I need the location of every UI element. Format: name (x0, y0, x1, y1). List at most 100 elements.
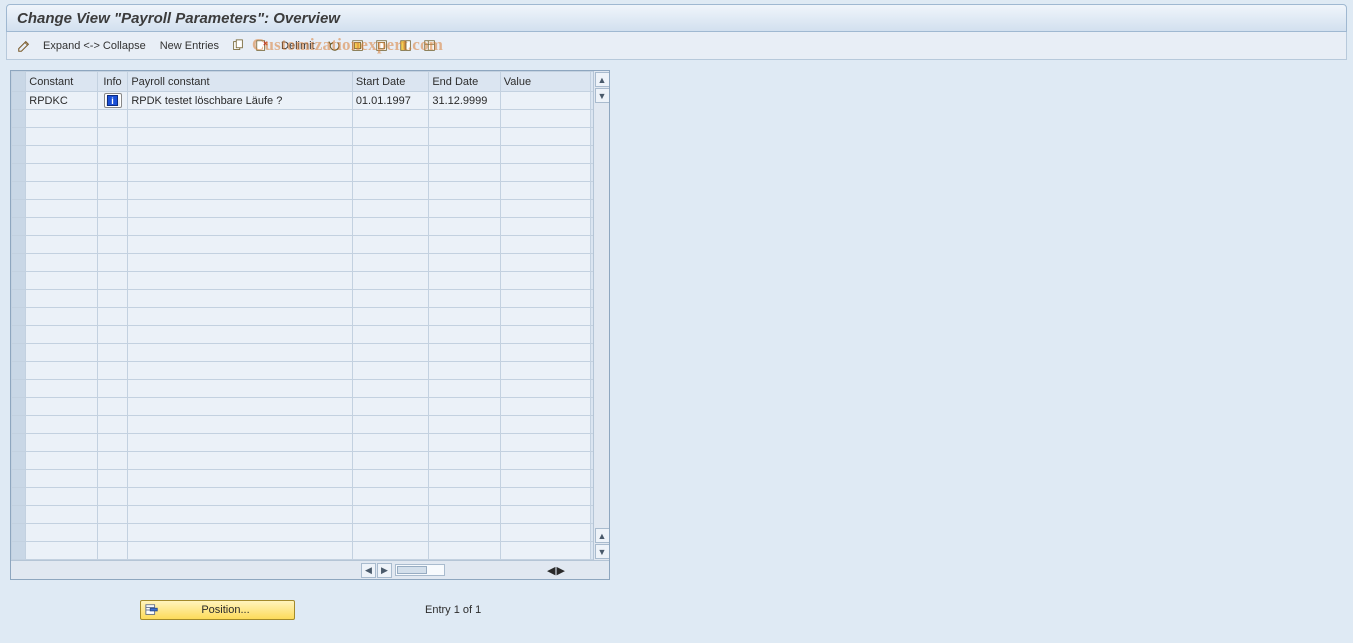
scroll-down2-icon[interactable]: ▼ (595, 544, 610, 559)
cell-empty[interactable] (500, 416, 590, 434)
scroll-right-icon[interactable]: ▶ (377, 563, 392, 578)
cell-empty[interactable] (97, 164, 128, 182)
cell-empty[interactable] (26, 290, 97, 308)
cell-empty[interactable] (500, 128, 590, 146)
column-header-payroll-constant[interactable]: Payroll constant (128, 72, 353, 92)
cell-empty[interactable] (352, 524, 429, 542)
cell-empty[interactable] (128, 326, 353, 344)
cell-empty[interactable] (97, 182, 128, 200)
scroll-track[interactable] (395, 564, 445, 576)
cell-empty[interactable] (128, 200, 353, 218)
scroll-up-icon[interactable]: ▲ (595, 72, 610, 87)
cell-empty[interactable] (128, 452, 353, 470)
table-row-empty[interactable] (12, 452, 609, 470)
cell-empty[interactable] (352, 452, 429, 470)
table-row-empty[interactable] (12, 434, 609, 452)
cell-empty[interactable] (26, 416, 97, 434)
cell-empty[interactable] (26, 470, 97, 488)
cell-empty[interactable] (128, 362, 353, 380)
cell-empty[interactable] (97, 470, 128, 488)
cell-empty[interactable] (429, 416, 500, 434)
cell-empty[interactable] (26, 236, 97, 254)
cell-empty[interactable] (128, 506, 353, 524)
table-row-empty[interactable] (12, 488, 609, 506)
cell-empty[interactable] (97, 200, 128, 218)
cell-empty[interactable] (97, 344, 128, 362)
cell-empty[interactable] (500, 182, 590, 200)
cell-empty[interactable] (128, 380, 353, 398)
row-marker[interactable] (12, 290, 26, 308)
cell-empty[interactable] (352, 488, 429, 506)
table-row-empty[interactable] (12, 128, 609, 146)
table-row-empty[interactable] (12, 164, 609, 182)
cell-empty[interactable] (128, 416, 353, 434)
cell-empty[interactable] (352, 344, 429, 362)
cell-end-date[interactable]: 31.12.9999 (429, 92, 500, 110)
payroll-parameters-table[interactable]: Constant Info Payroll constant Start Dat… (11, 71, 609, 560)
cell-empty[interactable] (429, 110, 500, 128)
cell-empty[interactable] (500, 236, 590, 254)
cell-empty[interactable] (128, 110, 353, 128)
cell-empty[interactable] (97, 326, 128, 344)
cell-empty[interactable] (97, 254, 128, 272)
vertical-scrollbar[interactable]: ▲ ▼ ▲ ▼ (593, 71, 610, 560)
cell-empty[interactable] (97, 218, 128, 236)
cell-empty[interactable] (500, 290, 590, 308)
position-button[interactable]: Position... (140, 600, 295, 620)
cell-empty[interactable] (128, 254, 353, 272)
cell-empty[interactable] (26, 164, 97, 182)
cell-empty[interactable] (352, 182, 429, 200)
table-row-empty[interactable] (12, 110, 609, 128)
row-marker[interactable] (12, 506, 26, 524)
table-row-empty[interactable] (12, 236, 609, 254)
cell-empty[interactable] (352, 218, 429, 236)
cell-empty[interactable] (500, 308, 590, 326)
cell-empty[interactable] (26, 200, 97, 218)
row-marker[interactable] (12, 416, 26, 434)
table-row-empty[interactable] (12, 542, 609, 560)
row-marker[interactable] (12, 146, 26, 164)
cell-empty[interactable] (26, 218, 97, 236)
cell-empty[interactable] (500, 398, 590, 416)
column-header-info[interactable]: Info (97, 72, 128, 92)
select-all-icon[interactable] (349, 37, 367, 55)
table-row-empty[interactable] (12, 524, 609, 542)
cell-empty[interactable] (429, 434, 500, 452)
cell-empty[interactable] (500, 164, 590, 182)
cell-empty[interactable] (429, 308, 500, 326)
cell-empty[interactable] (500, 452, 590, 470)
cell-empty[interactable] (429, 218, 500, 236)
cell-empty[interactable] (500, 506, 590, 524)
table-row-empty[interactable] (12, 218, 609, 236)
cell-constant[interactable]: RPDKC (26, 92, 97, 110)
undo-icon[interactable] (325, 37, 343, 55)
row-marker[interactable] (12, 254, 26, 272)
cell-empty[interactable] (26, 308, 97, 326)
cell-empty[interactable] (500, 362, 590, 380)
cell-empty[interactable] (352, 308, 429, 326)
cell-empty[interactable] (352, 146, 429, 164)
cell-empty[interactable] (97, 506, 128, 524)
row-marker[interactable] (12, 398, 26, 416)
row-marker[interactable] (12, 326, 26, 344)
table-row-empty[interactable] (12, 326, 609, 344)
horizontal-scrollbar-left[interactable]: ◀ ▶ (361, 562, 447, 579)
cell-empty[interactable] (128, 290, 353, 308)
cell-empty[interactable] (429, 362, 500, 380)
cell-empty[interactable] (429, 290, 500, 308)
cell-empty[interactable] (97, 452, 128, 470)
row-marker[interactable] (12, 542, 26, 560)
cell-empty[interactable] (352, 416, 429, 434)
table-row-empty[interactable] (12, 308, 609, 326)
cell-empty[interactable] (128, 488, 353, 506)
row-marker[interactable] (12, 200, 26, 218)
new-entries-button[interactable]: New Entries (156, 38, 223, 54)
cell-empty[interactable] (128, 542, 353, 560)
column-header-value[interactable]: Value (500, 72, 590, 92)
cell-empty[interactable] (500, 254, 590, 272)
row-marker[interactable] (12, 380, 26, 398)
cell-empty[interactable] (128, 434, 353, 452)
cell-empty[interactable] (26, 524, 97, 542)
cell-empty[interactable] (429, 452, 500, 470)
cell-empty[interactable] (429, 488, 500, 506)
